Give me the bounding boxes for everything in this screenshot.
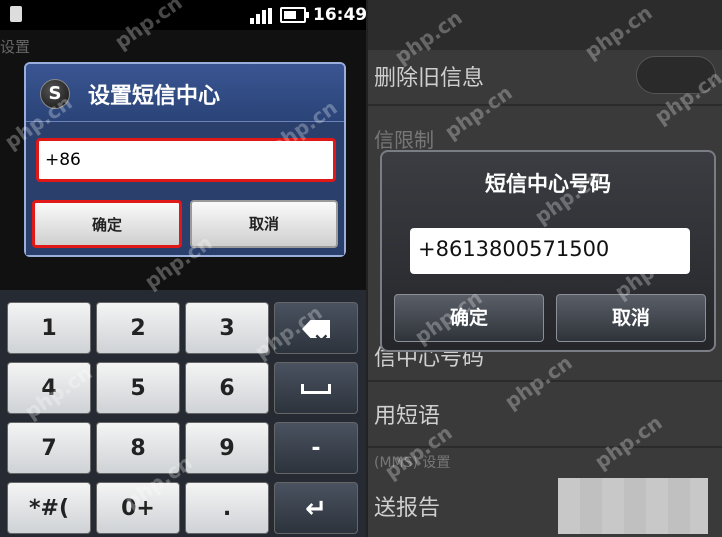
dialog-title: 设置短信中心 xyxy=(88,84,221,109)
signal-icon xyxy=(250,8,272,24)
background-header xyxy=(368,0,722,50)
soft-keypad: 1 2 3 4 5 6 7 8 9 - *#( 0+ . ↵ xyxy=(0,290,366,537)
dialog-header: S 设置短信中心 xyxy=(26,64,344,122)
status-bar: 16:49 xyxy=(0,0,366,30)
backspace-icon xyxy=(302,320,330,338)
key-4[interactable]: 4 xyxy=(7,362,91,414)
divider xyxy=(368,380,722,382)
divider xyxy=(368,446,722,448)
right-phone-screen: 删除旧信息 信限制 信中心号码 用短语 (MMS) 设置 送报告 短信中心号码 … xyxy=(368,0,722,537)
key-8[interactable]: 8 xyxy=(96,422,180,474)
key-5[interactable]: 5 xyxy=(96,362,180,414)
cancel-button[interactable]: 取消 xyxy=(190,200,338,248)
background-settings-label: 设置 xyxy=(0,38,31,56)
status-time: 16:49 xyxy=(313,5,366,25)
key-backspace[interactable] xyxy=(274,302,358,354)
sms-center-input[interactable]: +86 xyxy=(36,138,336,182)
dialog-title: 短信中心号码 xyxy=(485,172,611,196)
space-icon xyxy=(301,384,331,394)
cancel-button[interactable]: 取消 xyxy=(556,294,706,342)
key-dash[interactable]: - xyxy=(274,422,358,474)
key-1[interactable]: 1 xyxy=(7,302,91,354)
divider xyxy=(368,104,722,106)
dialog-body: +86 确定 取消 xyxy=(26,122,344,255)
left-phone-screen: 16:49 设置 S 设置短信中心 +86 确定 取消 1 2 3 4 5 6 … xyxy=(0,0,366,537)
key-2[interactable]: 2 xyxy=(96,302,180,354)
enter-icon: ↵ xyxy=(305,494,327,524)
key-0[interactable]: 0+ xyxy=(96,482,180,534)
battery-icon xyxy=(280,7,309,23)
sms-center-number-input[interactable]: +8613800571500 xyxy=(410,228,690,274)
background-row: 用短语 xyxy=(374,404,441,429)
sms-center-dialog: S 设置短信中心 +86 确定 取消 xyxy=(24,62,346,257)
ok-button[interactable]: 确定 xyxy=(32,200,182,248)
key-3[interactable]: 3 xyxy=(185,302,269,354)
key-9[interactable]: 9 xyxy=(185,422,269,474)
blurred-area xyxy=(558,478,708,534)
sms-center-number-dialog: 短信中心号码 +8613800571500 确定 取消 xyxy=(380,150,716,352)
key-enter[interactable]: ↵ xyxy=(274,482,358,534)
app-logo-icon: S xyxy=(40,79,70,109)
background-row: (MMS) 设置 xyxy=(374,455,451,471)
key-7[interactable]: 7 xyxy=(7,422,91,474)
key-6[interactable]: 6 xyxy=(185,362,269,414)
key-period[interactable]: . xyxy=(185,482,269,534)
background-row: 信限制 xyxy=(374,128,434,152)
key-symbols[interactable]: *#( xyxy=(7,482,91,534)
ok-button[interactable]: 确定 xyxy=(394,294,544,342)
background-toggle xyxy=(636,56,716,94)
notification-icon xyxy=(10,6,22,22)
key-space[interactable] xyxy=(274,362,358,414)
